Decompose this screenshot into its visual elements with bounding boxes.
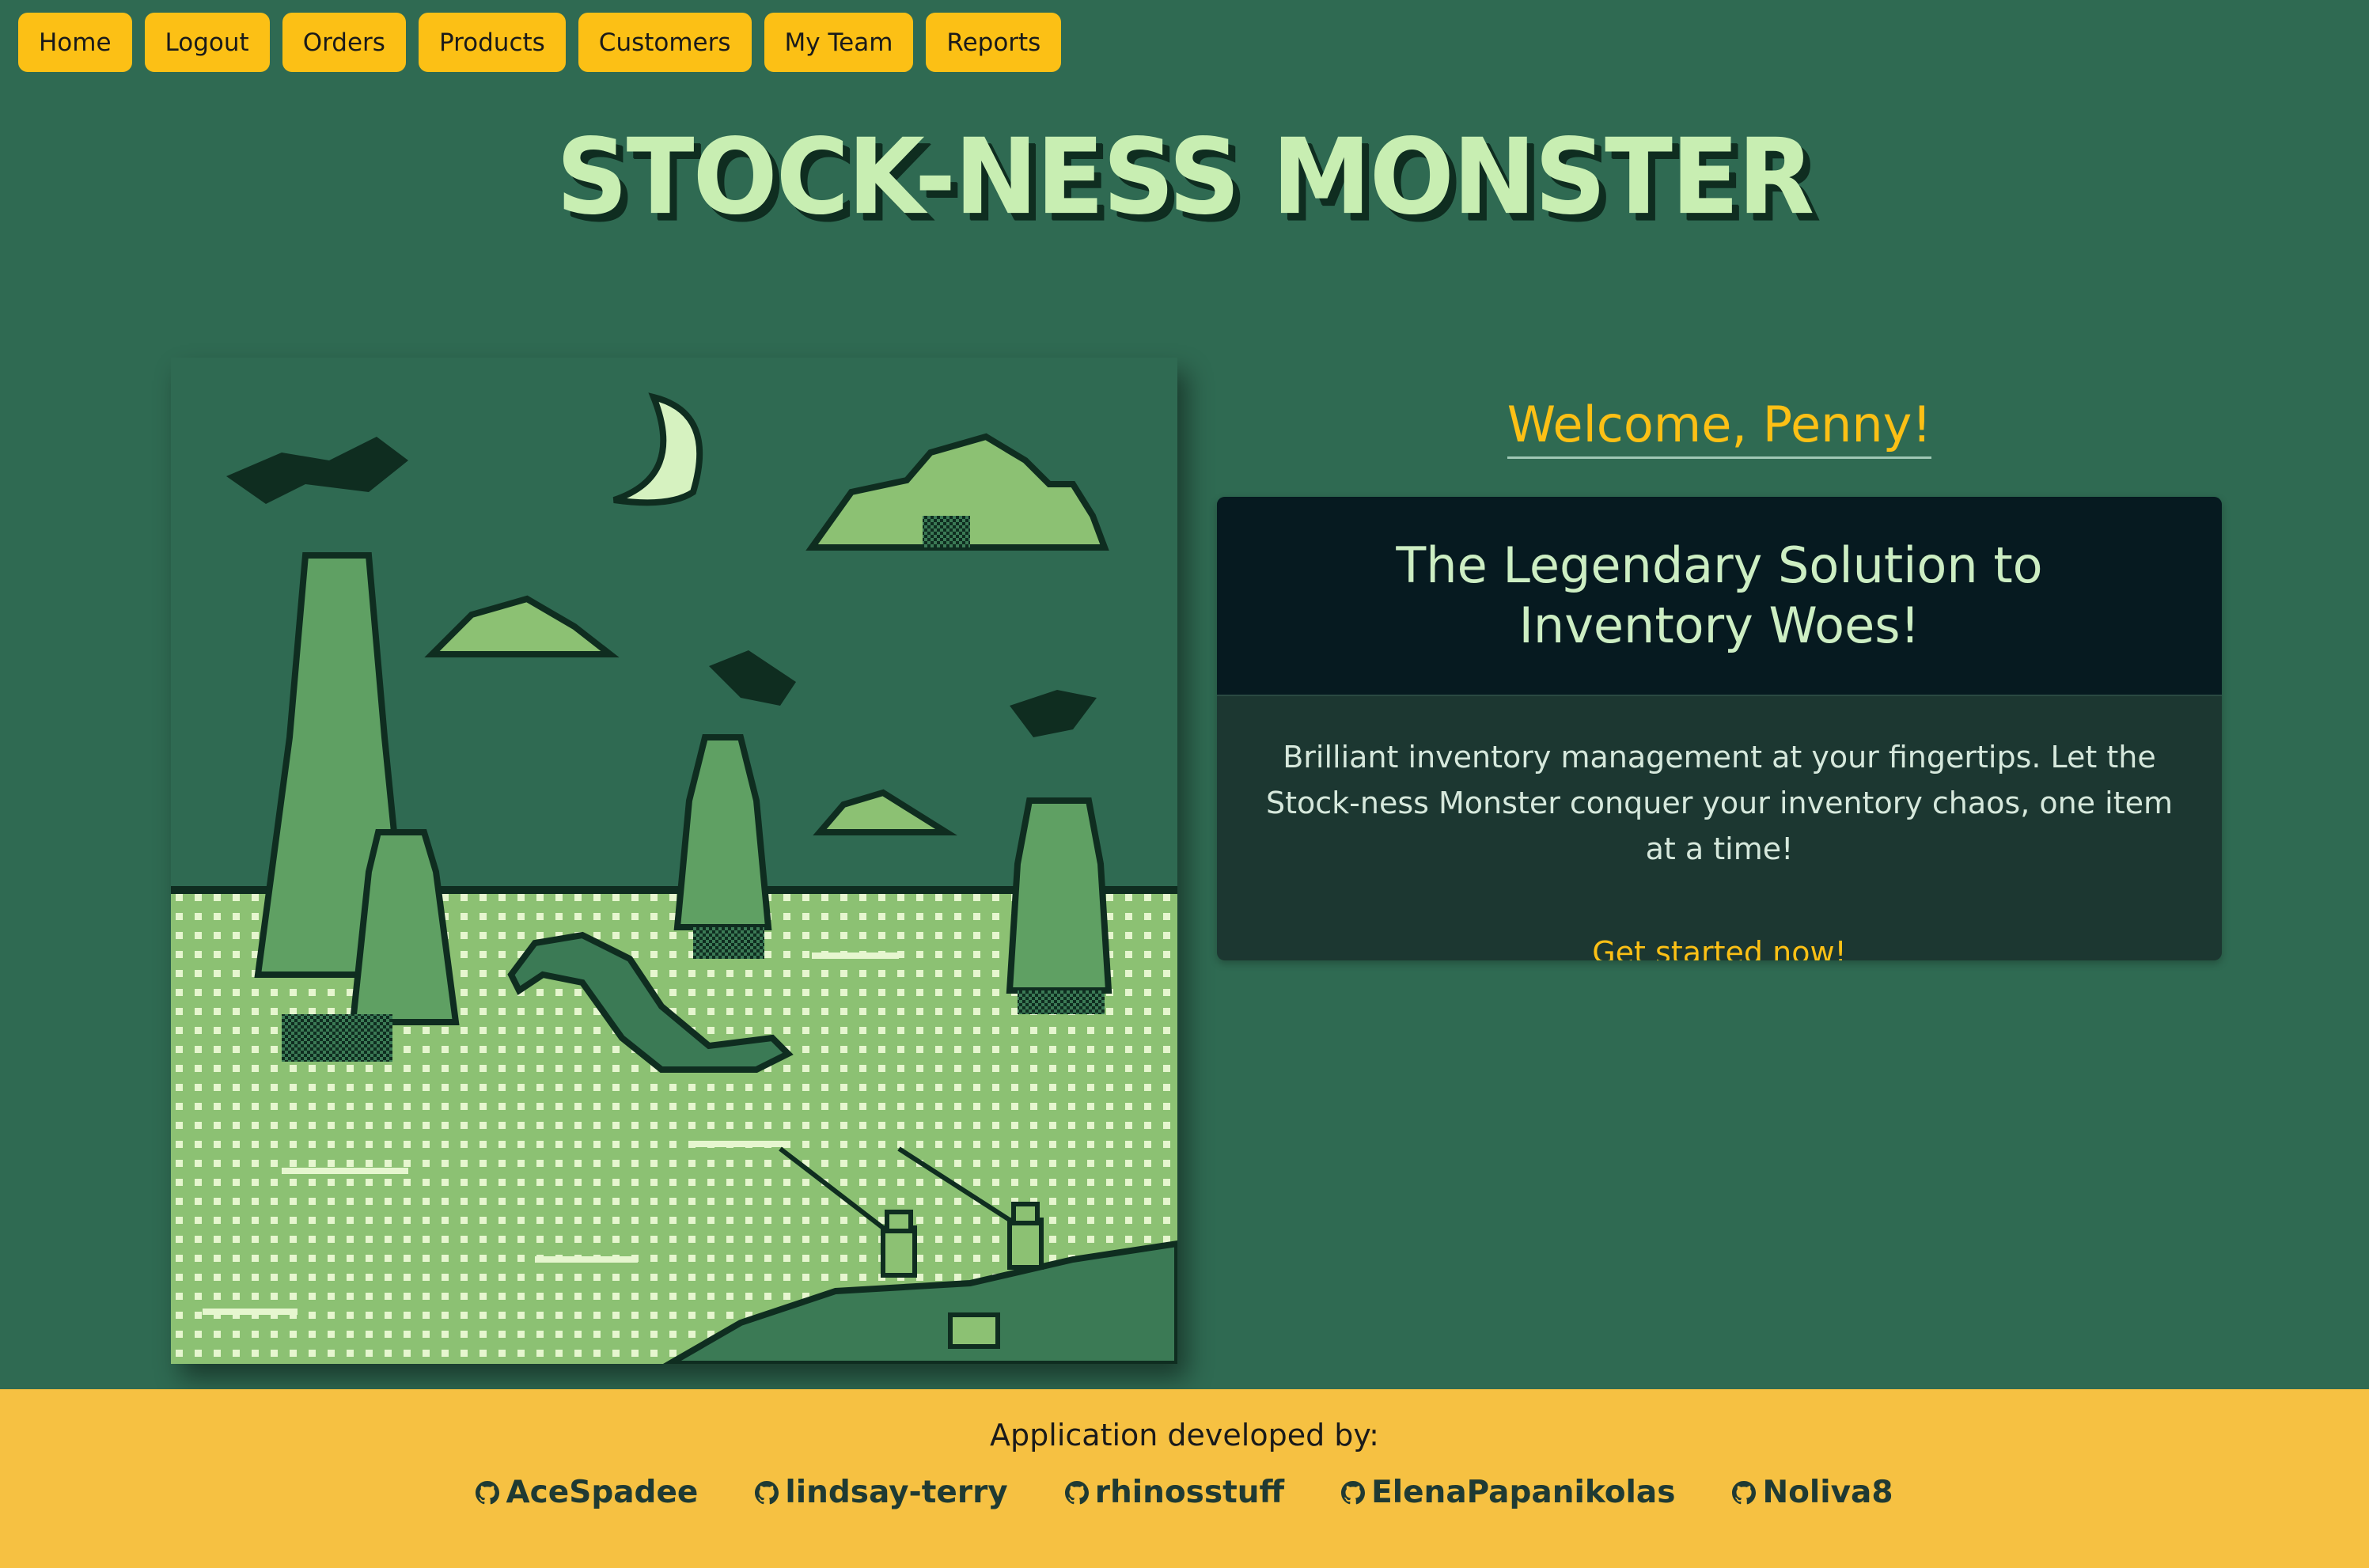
github-icon: [1064, 1480, 1089, 1504]
developer-name: Noliva8: [1762, 1475, 1893, 1510]
github-icon: [476, 1480, 500, 1504]
developer-name: ElenaPapanikolas: [1371, 1475, 1676, 1510]
nav-reports-button[interactable]: Reports: [926, 13, 1062, 72]
footer: Application developed by: AceSpadee lind…: [0, 1389, 2369, 1568]
card-title: The Legendary Solution to Inventory Woes…: [1396, 536, 2043, 654]
developer-name: rhinosstuff: [1094, 1475, 1285, 1510]
nav-my-team-button[interactable]: My Team: [764, 13, 914, 72]
card-description: Brilliant inventory management at your f…: [1266, 740, 2173, 866]
nav-customers-button[interactable]: Customers: [578, 13, 752, 72]
developer-link-rhinosstuff[interactable]: rhinosstuff: [1064, 1475, 1285, 1510]
nav-home-button[interactable]: Home: [18, 13, 132, 72]
developer-name: lindsay-terry: [785, 1475, 1008, 1510]
card-body: Brilliant inventory management at your f…: [1217, 696, 2222, 960]
github-icon: [1732, 1480, 1757, 1504]
app-title: STOCK-NESS MONSTER: [555, 116, 1814, 238]
top-nav: Home Logout Orders Products Customers My…: [18, 13, 1062, 72]
intro-card: The Legendary Solution to Inventory Woes…: [1217, 497, 2222, 960]
welcome-link[interactable]: Welcome, Penny!: [1507, 396, 1932, 459]
nav-products-button[interactable]: Products: [418, 13, 566, 72]
hero-image: [171, 358, 1177, 1364]
get-started-link[interactable]: Get started now!: [1592, 935, 1847, 960]
developer-link-elenapapanikolas[interactable]: ElenaPapanikolas: [1341, 1475, 1675, 1510]
welcome-heading: Welcome, Penny!: [1217, 396, 2222, 459]
developer-link-noliva8[interactable]: Noliva8: [1732, 1475, 1893, 1510]
card-header: The Legendary Solution to Inventory Woes…: [1217, 497, 2222, 696]
nav-orders-button[interactable]: Orders: [282, 13, 406, 72]
github-icon: [755, 1480, 779, 1504]
footer-title: Application developed by:: [990, 1418, 1379, 1452]
developer-list: AceSpadee lindsay-terry rhinosstuff Elen…: [0, 1475, 2369, 1510]
developer-link-acespadee[interactable]: AceSpadee: [476, 1475, 698, 1510]
github-icon: [1341, 1480, 1366, 1504]
developer-name: AceSpadee: [506, 1475, 699, 1510]
developer-link-lindsay-terry[interactable]: lindsay-terry: [755, 1475, 1008, 1510]
nav-logout-button[interactable]: Logout: [144, 13, 270, 72]
